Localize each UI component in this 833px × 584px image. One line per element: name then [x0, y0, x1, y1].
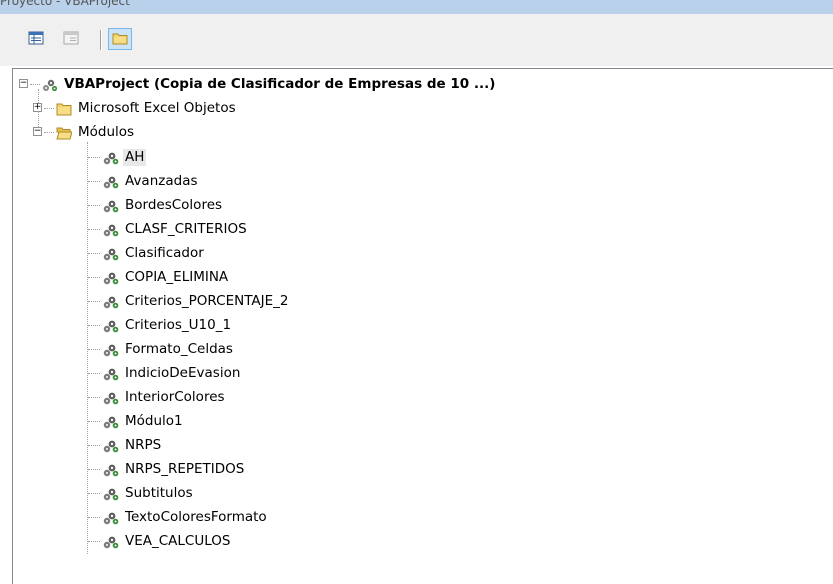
tree-connector — [44, 108, 54, 109]
module-item[interactable]: NRPS_REPETIDOS — [102, 458, 246, 481]
module-icon — [102, 294, 120, 310]
project-toolbar — [0, 14, 833, 66]
module-icon — [102, 198, 120, 214]
module-icon — [102, 150, 120, 166]
module-icon — [102, 486, 120, 502]
module-item[interactable]: VEA_CALCULOS — [102, 530, 232, 553]
module-item[interactable]: InteriorColores — [102, 386, 227, 409]
folder-icon — [112, 30, 128, 49]
module-icon — [102, 510, 120, 526]
tree-connector — [88, 277, 100, 278]
folder-icon — [55, 101, 73, 117]
module-label: InteriorColores — [125, 389, 225, 405]
open-folder-icon — [55, 125, 73, 141]
vba-project-icon — [41, 77, 59, 93]
tree-connector — [88, 349, 100, 350]
module-item[interactable]: AH — [102, 146, 147, 169]
module-item[interactable]: NRPS — [102, 434, 163, 457]
tree-connector — [88, 445, 100, 446]
project-tree[interactable]: − VBAProject (Copia de Clasificador de E… — [12, 68, 833, 584]
tree-connector — [88, 421, 100, 422]
module-item[interactable]: Avanzadas — [102, 170, 200, 193]
tree-connector — [44, 132, 54, 133]
tree-root-vbaproject[interactable]: VBAProject (Copia de Clasificador de Emp… — [41, 73, 497, 96]
root-collapse-toggle[interactable]: − — [19, 79, 28, 88]
tree-connector — [88, 469, 100, 470]
module-icon — [102, 342, 120, 358]
window-title-bar: Proyecto - VBAProject — [0, 0, 833, 14]
module-item[interactable]: IndicioDeEvasion — [102, 362, 242, 385]
module-item[interactable]: Criterios_PORCENTAJE_2 — [102, 290, 290, 313]
module-label: Módulo1 — [125, 413, 183, 429]
module-item[interactable]: BordesColores — [102, 194, 224, 217]
module-label: CLASF_CRITERIOS — [125, 221, 247, 237]
module-label: Avanzadas — [125, 173, 198, 189]
module-icon — [102, 390, 120, 406]
tree-connector — [88, 229, 100, 230]
module-label: Criterios_PORCENTAJE_2 — [125, 293, 289, 309]
tree-connector — [88, 517, 100, 518]
tree-connector — [88, 493, 100, 494]
tree-connector — [88, 373, 100, 374]
view-code-button[interactable] — [24, 28, 48, 50]
folder-microsoft-excel-objetos[interactable]: Microsoft Excel Objetos — [55, 97, 238, 120]
module-label: Criterios_U10_1 — [125, 317, 232, 333]
toggle-folders-button[interactable] — [108, 28, 132, 50]
module-icon — [102, 438, 120, 454]
module-item[interactable]: CLASF_CRITERIOS — [102, 218, 249, 241]
view-object-button[interactable] — [59, 28, 83, 50]
window-title: Proyecto - VBAProject — [0, 0, 130, 8]
folder-label: Microsoft Excel Objetos — [78, 100, 236, 116]
module-label: Clasificador — [125, 245, 204, 261]
module-icon — [102, 246, 120, 262]
tree-connector — [88, 301, 100, 302]
tree-connector — [88, 253, 100, 254]
module-icon — [102, 366, 120, 382]
module-label: BordesColores — [125, 197, 223, 213]
module-item[interactable]: Formato_Celdas — [102, 338, 235, 361]
tree-connector — [88, 325, 100, 326]
module-item[interactable]: Módulo1 — [102, 410, 185, 433]
module-icon — [102, 174, 120, 190]
module-icon — [102, 222, 120, 238]
folder-label: Módulos — [78, 124, 135, 140]
view-code-icon — [28, 30, 44, 49]
folder-modulos[interactable]: Módulos — [55, 121, 136, 144]
module-item[interactable]: TextoColoresFormato — [102, 506, 269, 529]
folder-expand-toggle[interactable]: + — [33, 103, 42, 112]
module-item[interactable]: Subtitulos — [102, 482, 195, 505]
module-label: VEA_CALCULOS — [125, 533, 231, 549]
module-label: NRPS — [125, 437, 162, 453]
module-icon — [102, 462, 120, 478]
module-item[interactable]: Clasificador — [102, 242, 206, 265]
toolbar-separator — [100, 30, 102, 50]
tree-connector — [88, 541, 100, 542]
module-icon — [102, 270, 120, 286]
module-icon — [102, 534, 120, 550]
module-label: Formato_Celdas — [125, 341, 233, 357]
module-label: COPIA_ELIMINA — [125, 269, 229, 285]
module-label: NRPS_REPETIDOS — [125, 461, 245, 477]
module-label: AH — [123, 149, 147, 166]
root-label: VBAProject (Copia de Clasificador de Emp… — [64, 76, 496, 92]
tree-connector — [88, 181, 100, 182]
folder-collapse-toggle[interactable]: − — [33, 127, 42, 136]
module-icon — [102, 414, 120, 430]
module-label: IndicioDeEvasion — [125, 365, 241, 381]
module-item[interactable]: Criterios_U10_1 — [102, 314, 233, 337]
view-object-icon — [63, 30, 79, 49]
module-icon — [102, 318, 120, 334]
module-label: Subtitulos — [125, 485, 193, 501]
tree-connector — [88, 205, 100, 206]
module-label: TextoColoresFormato — [125, 509, 267, 525]
tree-connector — [88, 157, 100, 158]
tree-connector — [30, 84, 40, 85]
tree-connector — [88, 397, 100, 398]
module-item[interactable]: COPIA_ELIMINA — [102, 266, 230, 289]
